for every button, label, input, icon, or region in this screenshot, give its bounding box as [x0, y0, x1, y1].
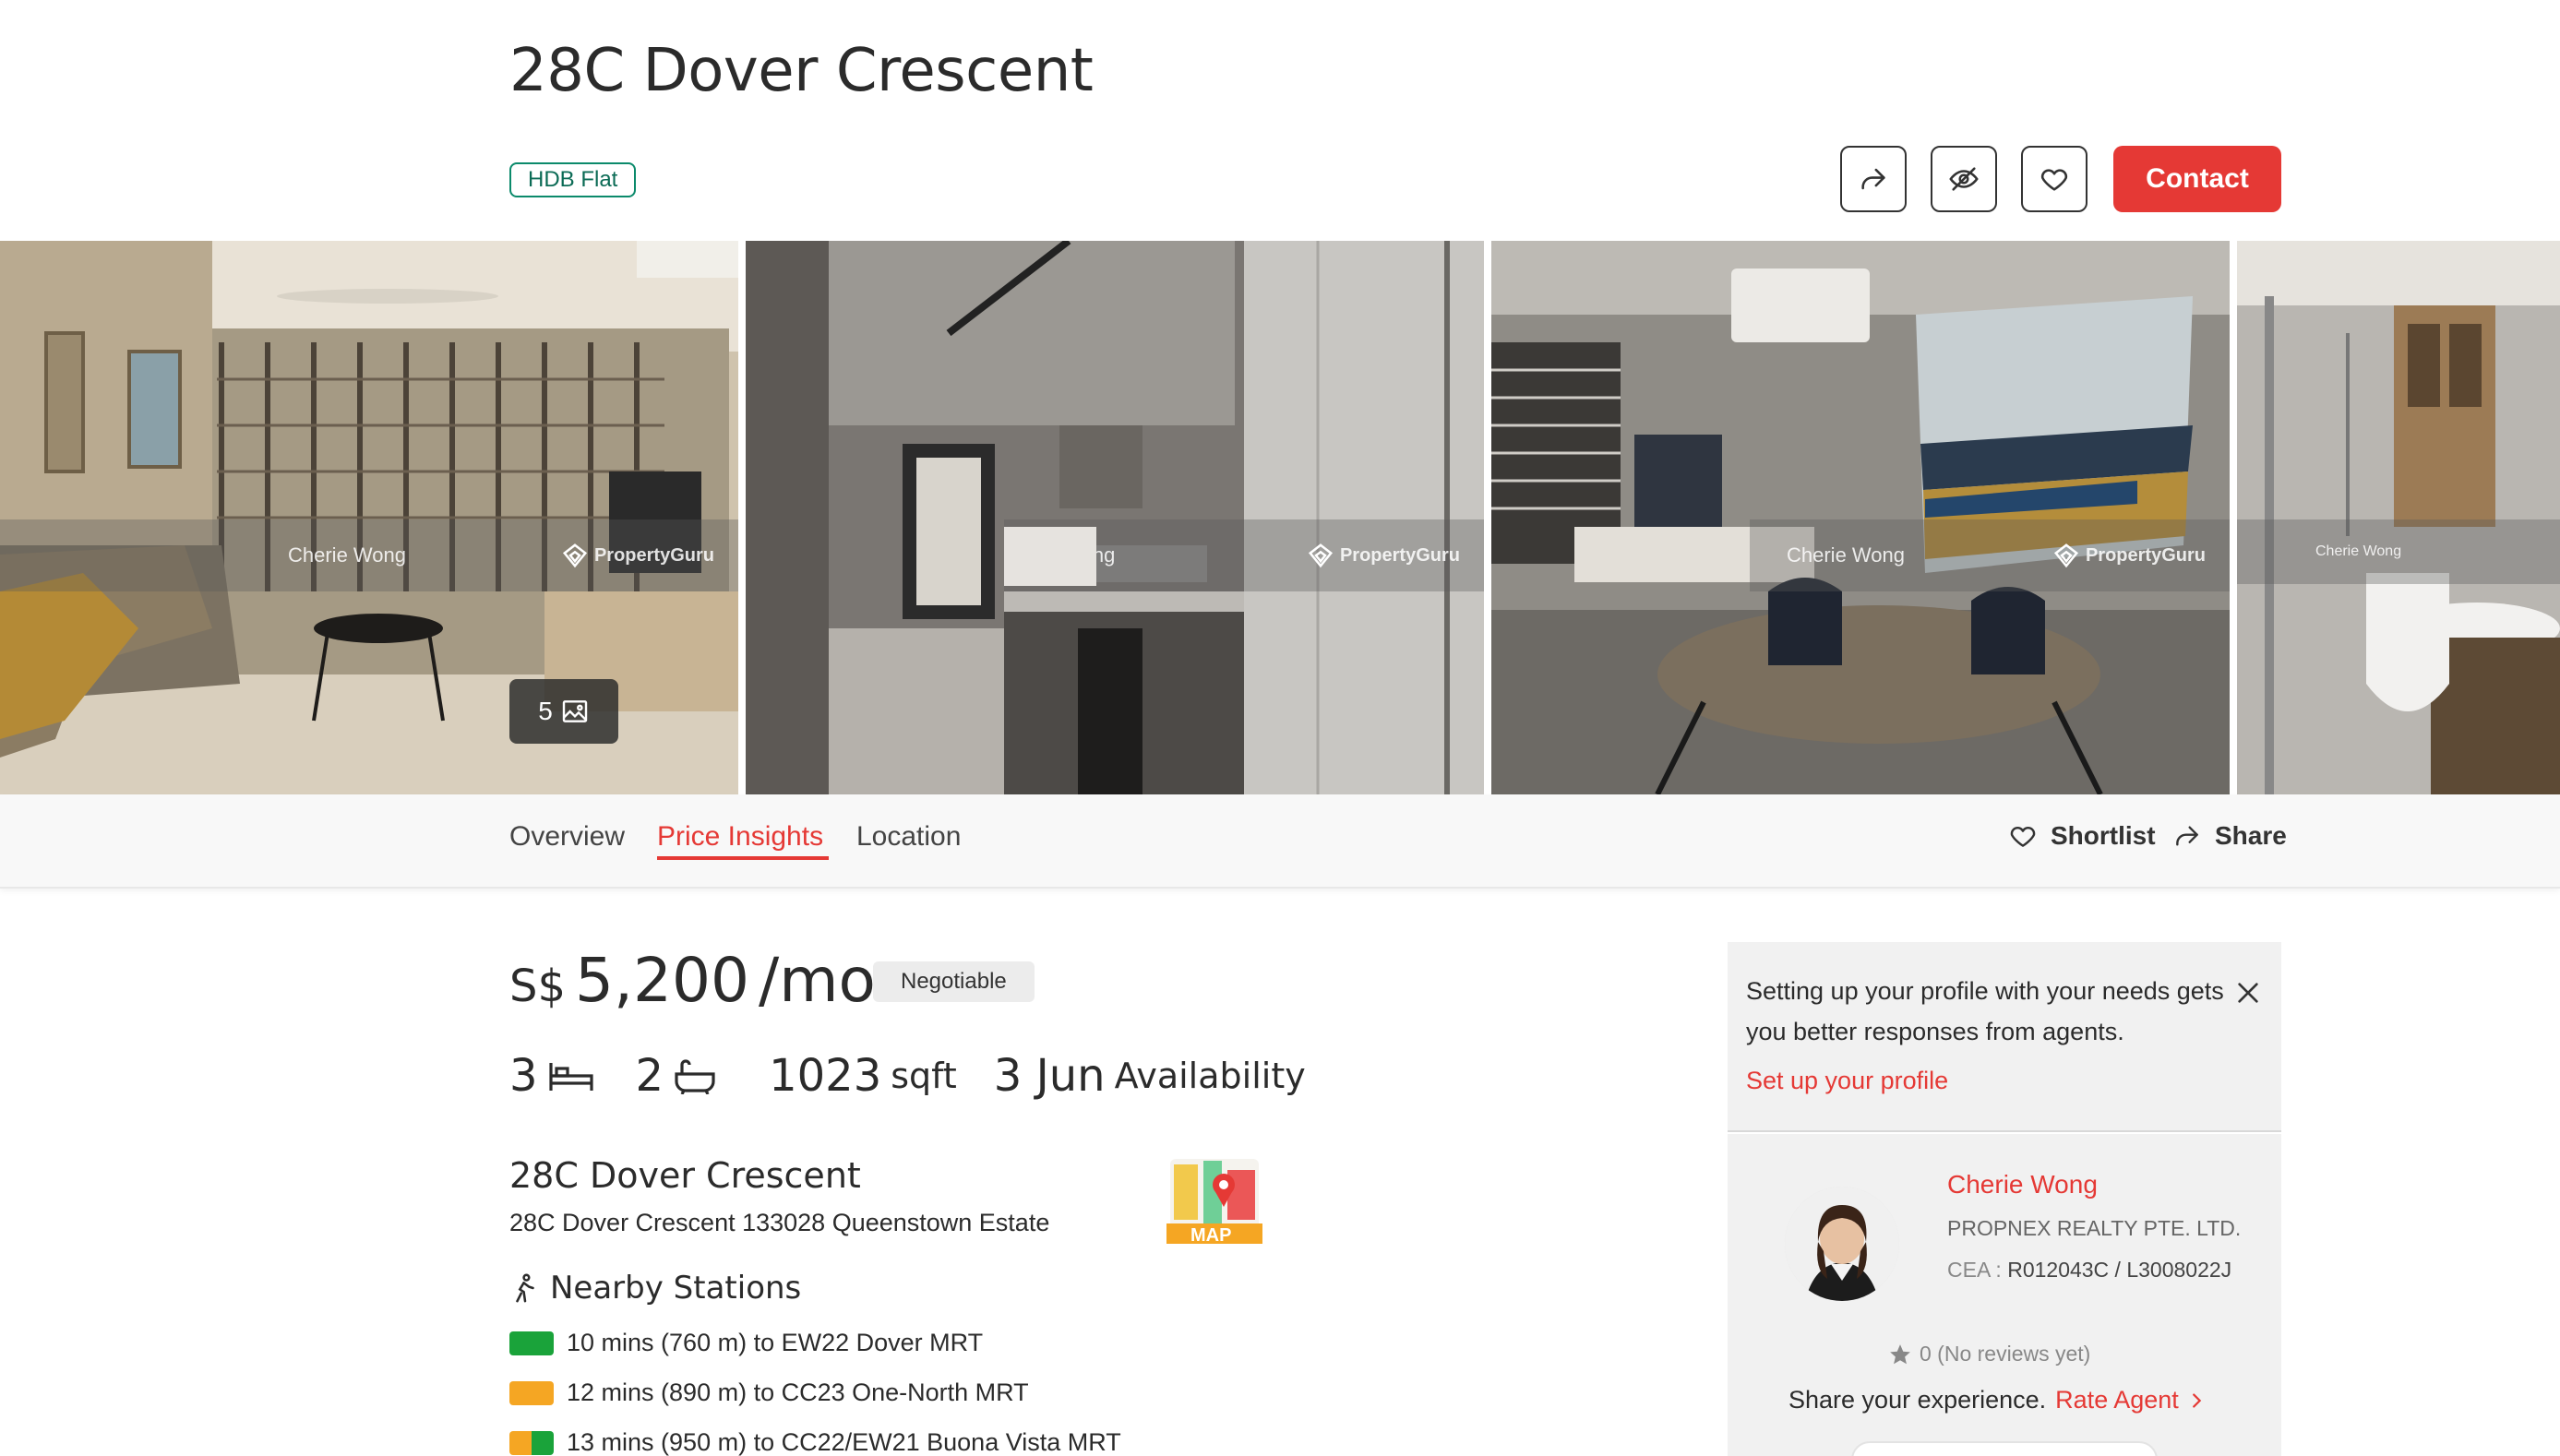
agent-company: PROPNEX REALTY PTE. LTD. [1947, 1216, 2242, 1240]
photo-gallery[interactable]: Cherie Wong PropertyGuru 5 PropertyGuru … [0, 241, 2560, 794]
photo-watermark: Cherie Wong PropertyGuru [0, 519, 738, 591]
shortlist-label: Shortlist [2051, 821, 2156, 850]
nearby-station-item: 12 mins (890 m) to CC23 One-North MRT [509, 1378, 1029, 1407]
bed-icon [548, 1063, 593, 1091]
cea-label: CEA : [1947, 1258, 2002, 1282]
share-experience-text: Share your experience. [1788, 1386, 2047, 1414]
watermark-agent: Cherie Wong [1787, 543, 1905, 567]
setup-profile-link[interactable]: Set up your profile [1746, 1067, 1948, 1095]
listing-price: S$ 5,200 /mo [509, 945, 876, 1016]
map-label: MAP [1190, 1225, 1232, 1246]
tab-overview[interactable]: Overview [509, 821, 625, 853]
tab-price-insights[interactable]: Price Insights [657, 821, 823, 853]
gallery-photo-bathroom[interactable]: Cherie Wong [2237, 241, 2560, 794]
price-amount: 5,200 [575, 945, 749, 1016]
cea-value: R012043C / L3008022J [2007, 1258, 2232, 1282]
hide-listing-button[interactable] [1931, 146, 1997, 212]
profile-prompt-text: Setting up your profile with your needs … [1746, 977, 2224, 1045]
station-text: 13 mins (950 m) to CC22/EW21 Buona Vista… [567, 1428, 1121, 1456]
watermark-agent: Cherie Wong [2315, 543, 2402, 559]
photo-count-badge[interactable]: 5 [509, 679, 618, 744]
watermark-brand-text: PropertyGuru [593, 544, 714, 566]
map-thumbnail[interactable]: MAP [1166, 1152, 1262, 1247]
availability-date: 3 Jun [993, 1050, 1106, 1102]
bath-icon [675, 1059, 715, 1094]
gallery-photo-kitchen[interactable]: ie Wong PropertyGuru [746, 241, 1484, 794]
full-address: 28C Dover Crescent 133028 Queenstown Est… [509, 1209, 1050, 1236]
station-text: 12 mins (890 m) to CC23 One-North MRT [567, 1378, 1029, 1406]
close-icon [2238, 983, 2258, 1003]
negotiable-badge: Negotiable [873, 961, 1035, 1002]
price-currency: S$ [509, 961, 567, 1012]
agent-cea: CEA : R012043C / L3008022J [1947, 1251, 2243, 1288]
photo-count: 5 [538, 697, 553, 725]
gallery-photo-living-room[interactable]: Cherie Wong PropertyGuru 5 [0, 241, 738, 794]
mrt-line-swatch [509, 1331, 554, 1355]
photo-watermark: Cherie Wong PropertyGuru [1750, 519, 2230, 591]
chevron-right-icon [2192, 1392, 2202, 1408]
watermark-brand: PropertyGuru [561, 542, 714, 569]
listing-features: 3 2 1023 sqft 3 Jun Availability [509, 1050, 1306, 1102]
floor-size: 1023 [769, 1050, 882, 1102]
photo-watermark: Cherie Wong [2237, 519, 2560, 584]
tab-location[interactable]: Location [856, 821, 961, 853]
favourite-button[interactable] [2021, 146, 2087, 212]
share-experience: Share your experience. Rate Agent [1788, 1386, 2207, 1414]
watermark-brand-text: PropertyGuru [1339, 544, 1460, 566]
close-prompt-button[interactable] [2233, 978, 2263, 1008]
share-link-button[interactable]: Share [2172, 821, 2287, 851]
agent-reviews: 0 (No reviews yet) [1888, 1342, 2090, 1366]
nearby-station-item: 13 mins (950 m) to CC22/EW21 Buona Vista… [509, 1428, 1121, 1456]
watermark-overlay-block [1004, 527, 1096, 586]
availability-label: Availability [1114, 1056, 1306, 1096]
propertyguru-logo-icon [2053, 543, 2078, 568]
rate-agent-label: Rate Agent [2055, 1386, 2179, 1414]
rate-agent-link[interactable]: Rate Agent [2055, 1386, 2207, 1414]
shortlist-button[interactable]: Shortlist [2008, 821, 2156, 851]
page-title: 28C Dover Crescent [509, 37, 1094, 105]
active-tab-indicator [657, 856, 829, 860]
share-button[interactable] [1840, 146, 1907, 212]
reviews-text: 0 (No reviews yet) [1920, 1342, 2091, 1366]
property-type-badge: HDB Flat [509, 162, 637, 197]
price-period: /mo [758, 945, 876, 1016]
share-label: Share [2215, 821, 2287, 850]
propertyguru-logo-icon [562, 543, 587, 568]
bathroom-count: 2 [635, 1050, 664, 1102]
address-title: 28C Dover Crescent [509, 1155, 861, 1196]
watermark-brand-text: PropertyGuru [2085, 544, 2206, 566]
heart-icon [2010, 827, 2036, 847]
station-text: 10 mins (760 m) to EW22 Dover MRT [567, 1329, 984, 1356]
heart-icon [2040, 169, 2068, 191]
nearby-stations-label: Nearby Stations [550, 1270, 802, 1307]
contact-button[interactable]: Contact [2113, 146, 2281, 212]
watermark-brand: PropertyGuru [1307, 542, 1460, 569]
hide-icon [1949, 167, 1979, 191]
bedroom-count: 3 [509, 1050, 538, 1102]
floor-size-unit: sqft [891, 1056, 957, 1096]
image-icon [562, 700, 587, 722]
agent-action-button[interactable] [1851, 1441, 2158, 1456]
walking-icon [516, 1273, 534, 1303]
star-icon [1890, 1343, 1910, 1364]
nearby-stations-title: Nearby Stations [509, 1270, 801, 1307]
mrt-line-swatch [509, 1430, 554, 1455]
watermark-agent: Cherie Wong [288, 543, 406, 567]
nearby-station-item: 10 mins (760 m) to EW22 Dover MRT [509, 1329, 983, 1357]
agent-avatar[interactable] [1785, 1187, 1899, 1301]
share-icon [2176, 826, 2198, 846]
gallery-photo-dining[interactable]: Cherie Wong PropertyGuru [1491, 241, 2230, 794]
share-icon [1861, 168, 1885, 190]
propertyguru-logo-icon [1308, 543, 1333, 568]
mrt-line-swatch [509, 1380, 554, 1405]
agent-name[interactable]: Cherie Wong [1947, 1170, 2098, 1199]
watermark-brand: PropertyGuru [2052, 542, 2206, 569]
